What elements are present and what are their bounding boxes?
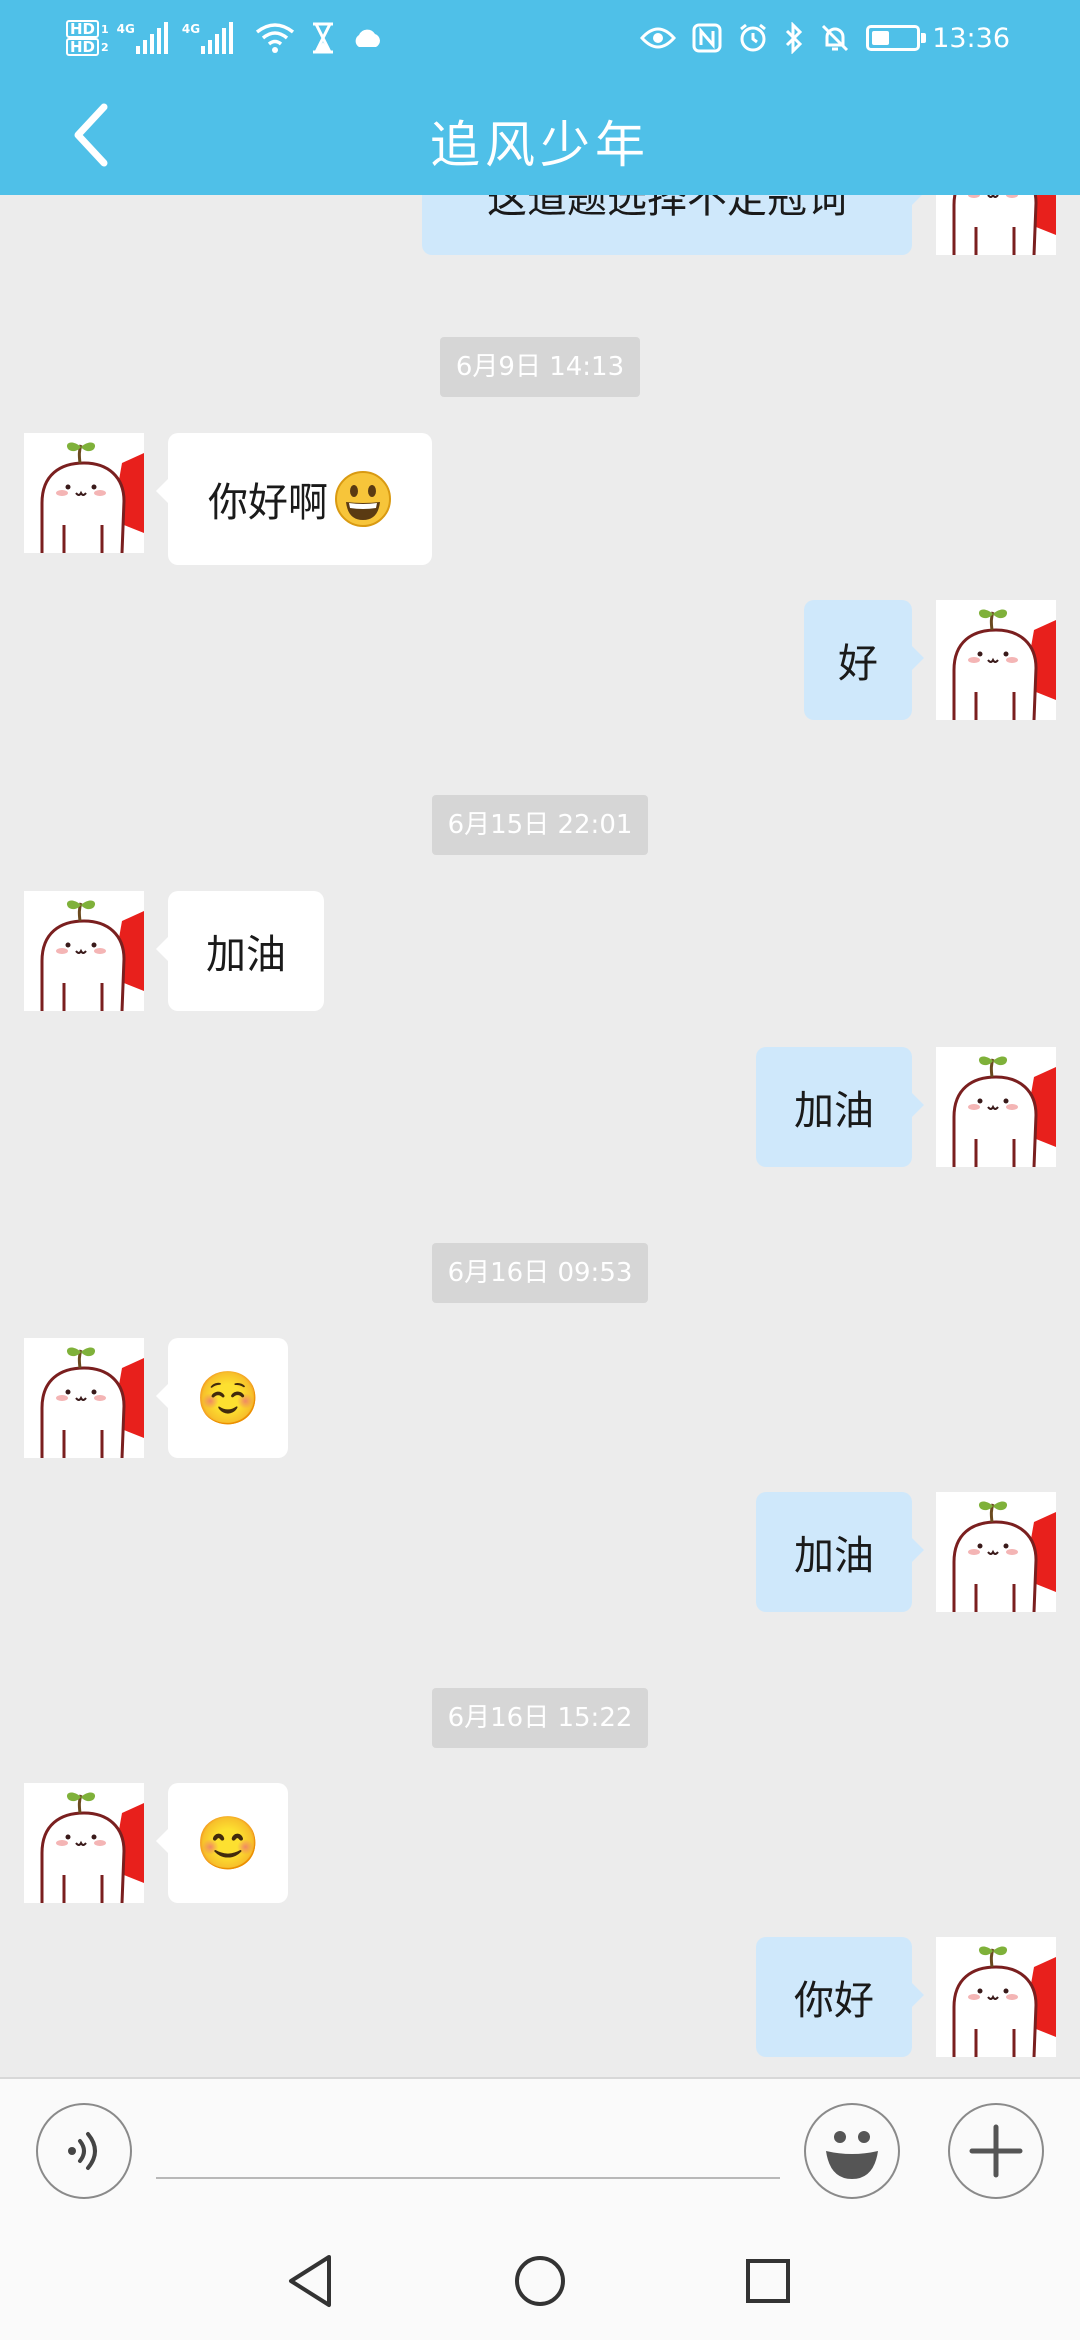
more-button[interactable] [948, 2103, 1044, 2199]
incoming-bubble[interactable]: 加油 [156, 891, 324, 1011]
my-avatar[interactable] [936, 1937, 1056, 2057]
nav-recents-button[interactable] [733, 2246, 803, 2316]
top-bar: HD 1 HD 2 4G 4G 13:36 追风少年 [0, 0, 1080, 195]
hd2-num: 2 [101, 40, 109, 54]
hourglass-icon [311, 22, 335, 54]
plus-icon [969, 2124, 1023, 2178]
my-avatar[interactable] [936, 600, 1056, 720]
wifi-icon [255, 22, 295, 54]
outgoing-bubble[interactable]: 这道题选择不定冠词 [422, 195, 924, 255]
nav-back-button[interactable] [275, 2246, 345, 2316]
hd1-num: 1 [101, 22, 109, 36]
chat-area[interactable]: 这道题选择不定冠词 6月9日 14:13 你好啊 好 6月15日 22:01 加… [0, 195, 1080, 2077]
battery-icon [866, 25, 927, 51]
timestamp-text: 6月16日 09:53 [431, 1243, 649, 1303]
signal-icon: 4G [181, 22, 234, 54]
timestamp: 6月16日 15:22 [0, 1688, 1080, 1748]
friend-avatar[interactable] [24, 1338, 144, 1458]
message-text: 加油 [206, 932, 286, 978]
message-text: ☺️ [195, 1368, 261, 1429]
status-right: 13:36 [632, 10, 1010, 66]
eye-icon [640, 26, 677, 50]
status-left: HD 1 HD 2 4G 4G [66, 10, 391, 66]
hd1-label: HD [66, 20, 100, 38]
outgoing-bubble[interactable]: 加油 [756, 1047, 924, 1167]
sim1-label: 4G [116, 22, 135, 36]
battery-level [872, 31, 890, 45]
outgoing-bubble[interactable]: 你好 [756, 1937, 924, 2057]
timestamp: 6月15日 22:01 [0, 795, 1080, 855]
nav-home-button[interactable] [505, 2246, 575, 2316]
signal-icon: 4G [117, 22, 168, 54]
hd-indicator: HD 1 HD 2 [66, 20, 109, 56]
message-text: 你好啊 [208, 480, 328, 526]
clock: 13:36 [932, 22, 1010, 54]
voice-icon [68, 2132, 97, 2170]
friend-avatar[interactable] [24, 891, 144, 1011]
incoming-bubble[interactable]: 😊 [156, 1783, 288, 1903]
cloud-icon [351, 27, 383, 49]
voice-button[interactable] [36, 2103, 132, 2199]
home-circle-icon [515, 2256, 565, 2306]
timestamp-text: 6月16日 15:22 [431, 1688, 649, 1748]
timestamp: 6月16日 09:53 [0, 1243, 1080, 1303]
input-bar [0, 2077, 1080, 2222]
back-triangle-icon [289, 2255, 331, 2307]
message-text: 😊 [195, 1813, 261, 1874]
hd2-indicator: HD 2 [66, 38, 109, 56]
timestamp-text: 6月15日 22:01 [431, 795, 649, 855]
emoji-icon [826, 2131, 878, 2179]
timestamp-text: 6月9日 14:13 [439, 337, 641, 397]
chat-title: 追风少年 [430, 116, 650, 174]
emoji-button[interactable] [804, 2103, 900, 2199]
grinning-face-icon [334, 470, 392, 528]
bluetooth-icon [784, 22, 804, 54]
incoming-bubble[interactable]: ☺️ [156, 1338, 288, 1458]
friend-avatar[interactable] [24, 433, 144, 553]
nfc-icon [692, 23, 722, 53]
my-avatar[interactable] [936, 195, 1056, 255]
message-text: 好 [838, 641, 878, 687]
alarm-icon [738, 23, 768, 53]
outgoing-bubble[interactable]: 好 [804, 600, 924, 720]
message-text: 你好 [794, 1978, 874, 2024]
my-avatar[interactable] [936, 1492, 1056, 1612]
friend-avatar[interactable] [24, 1783, 144, 1903]
mute-icon [820, 23, 850, 53]
message-text: 加油 [794, 1533, 874, 1579]
navigation-bar [0, 2222, 1080, 2340]
recents-square-icon [746, 2259, 790, 2303]
title-bar: 追风少年 [0, 75, 1080, 195]
sim2-label: 4G [181, 22, 201, 36]
my-avatar[interactable] [936, 1047, 1056, 1167]
hd1-indicator: HD 1 [66, 20, 109, 38]
message-text: 加油 [794, 1088, 874, 1134]
status-bar: HD 1 HD 2 4G 4G 13:36 [0, 0, 1080, 75]
message-input[interactable] [156, 2119, 780, 2179]
outgoing-bubble[interactable]: 加油 [756, 1492, 924, 1612]
message-text: 这道题选择不定冠词 [487, 195, 847, 222]
incoming-bubble[interactable]: 你好啊 [156, 433, 432, 565]
timestamp: 6月9日 14:13 [0, 337, 1080, 397]
hd2-label: HD [66, 38, 100, 56]
